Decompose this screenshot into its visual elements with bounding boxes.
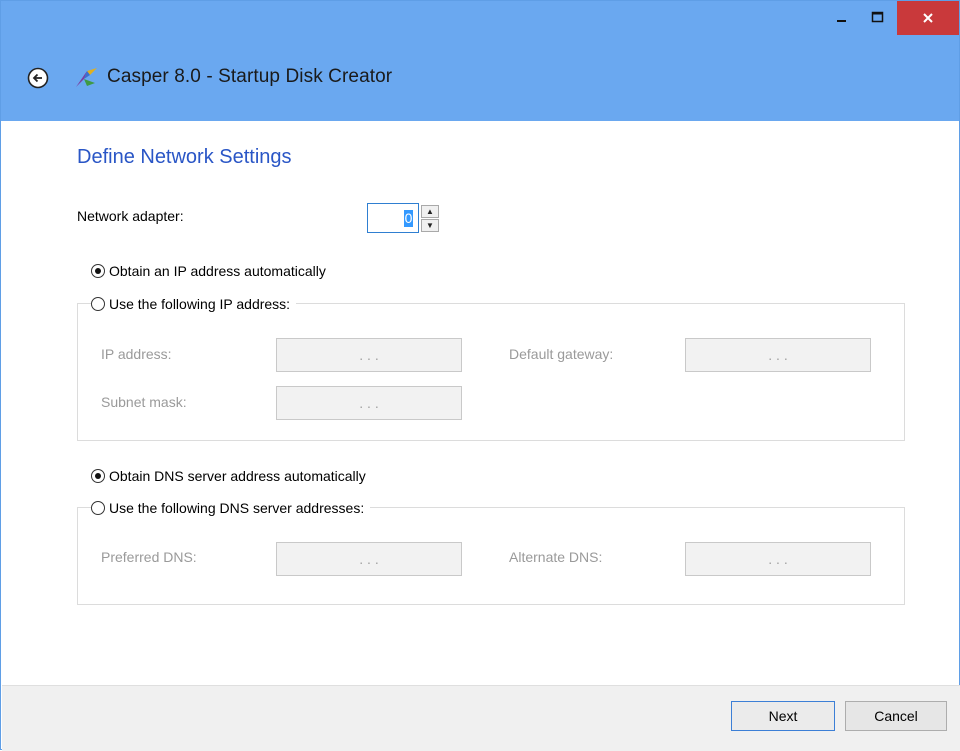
close-icon (923, 13, 933, 23)
page-title: Define Network Settings (77, 146, 292, 168)
minimize-icon (837, 20, 846, 22)
ip-address-field[interactable]: . . . (276, 338, 462, 372)
radio-button[interactable] (91, 264, 105, 278)
maximize-button[interactable] (863, 1, 893, 35)
ip-auto-label: Obtain an IP address automatically (109, 263, 326, 279)
ip-address-label: IP address: (101, 346, 172, 362)
radio-button[interactable] (91, 501, 105, 515)
casper-logo-icon (76, 68, 97, 87)
network-adapter-label: Network adapter: (77, 208, 184, 224)
window-title: Casper 8.0 - Startup Disk Creator (107, 66, 393, 87)
maximize-icon (871, 11, 884, 23)
back-arrow-icon[interactable] (27, 67, 49, 89)
radio-dot (95, 268, 101, 274)
network-adapter-value: 0 (404, 210, 413, 227)
alternate-dns-field[interactable]: . . . (685, 542, 871, 576)
stepper-up-button[interactable]: ▲ (421, 205, 439, 218)
ip-settings-group (77, 303, 905, 441)
cancel-button[interactable]: Cancel (845, 701, 947, 731)
radio-button[interactable] (91, 297, 105, 311)
preferred-dns-label: Preferred DNS: (101, 549, 197, 565)
subnet-mask-field[interactable]: . . . (276, 386, 462, 420)
ip-auto-radio[interactable]: Obtain an IP address automatically (91, 263, 326, 279)
minimize-button[interactable] (827, 1, 857, 35)
network-adapter-stepper[interactable]: 0 ▲ ▼ (367, 203, 445, 233)
radio-dot (95, 473, 101, 479)
title-bar: Casper 8.0 - Startup Disk Creator (1, 1, 959, 121)
default-gateway-label: Default gateway: (509, 346, 614, 362)
dns-manual-label: Use the following DNS server addresses: (109, 500, 365, 516)
ip-manual-radio[interactable]: Use the following IP address: (91, 296, 297, 312)
stepper-down-button[interactable]: ▼ (421, 219, 439, 232)
close-button[interactable] (897, 1, 959, 35)
preferred-dns-field[interactable]: . . . (276, 542, 462, 576)
dns-auto-label: Obtain DNS server address automatically (109, 468, 366, 484)
dns-auto-radio[interactable]: Obtain DNS server address automatically (91, 468, 366, 484)
alternate-dns-label: Alternate DNS: (509, 549, 603, 565)
ip-manual-label: Use the following IP address: (109, 296, 291, 312)
radio-button[interactable] (91, 469, 105, 483)
installer-window: Casper 8.0 - Startup Disk Creator Define… (0, 0, 960, 751)
subnet-mask-label: Subnet mask: (101, 394, 187, 410)
next-button[interactable]: Next (731, 701, 835, 731)
network-adapter-input[interactable]: 0 (367, 203, 419, 233)
default-gateway-field[interactable]: . . . (685, 338, 871, 372)
dns-manual-radio[interactable]: Use the following DNS server addresses: (91, 500, 371, 516)
